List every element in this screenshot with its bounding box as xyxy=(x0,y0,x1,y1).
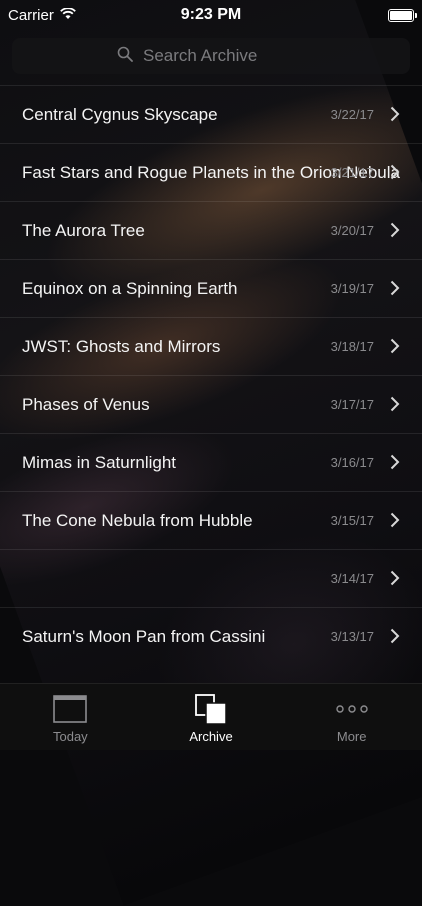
list-item[interactable]: JWST: Ghosts and Mirrors 3/18/17 xyxy=(0,317,422,375)
chevron-right-icon xyxy=(390,628,400,644)
chevron-right-icon xyxy=(390,280,400,296)
search-icon xyxy=(117,46,133,66)
item-date: 3/16/17 xyxy=(330,455,374,470)
item-title: Saturn's Moon Pan from Cassini xyxy=(22,627,266,646)
status-time: 9:23 PM xyxy=(180,6,242,23)
list-item[interactable]: Equinox on a Spinning Earth 3/19/17 xyxy=(0,259,422,317)
search-input[interactable] xyxy=(141,45,305,67)
list-item[interactable]: Central Cygnus Skyscape 3/22/17 xyxy=(0,85,422,143)
search-container xyxy=(12,38,410,74)
tab-today[interactable]: Today xyxy=(0,684,141,750)
item-title: The Cone Nebula from Hubble xyxy=(22,511,253,530)
item-date: 3/17/17 xyxy=(330,397,374,412)
tab-archive[interactable]: Archive xyxy=(141,684,282,750)
chevron-right-icon xyxy=(390,164,400,180)
item-date: 3/19/17 xyxy=(330,281,374,296)
item-title: The Aurora Tree xyxy=(22,221,145,240)
battery-icon xyxy=(388,8,417,22)
chevron-right-icon xyxy=(390,512,400,528)
chevron-right-icon xyxy=(390,106,400,122)
chevron-right-icon xyxy=(390,396,400,412)
item-date: 3/14/17 xyxy=(330,571,374,586)
tab-label: More xyxy=(336,729,367,744)
chevron-right-icon xyxy=(390,570,400,586)
list-item[interactable]: 3/14/17 xyxy=(0,549,422,607)
tab-label: Archive xyxy=(189,729,233,744)
tab-label: Today xyxy=(52,729,88,744)
today-icon xyxy=(53,693,88,725)
item-date: 3/13/17 xyxy=(330,629,374,644)
list-item[interactable]: The Aurora Tree 3/20/17 xyxy=(0,201,422,259)
list-item[interactable]: Phases of Venus 3/17/17 xyxy=(0,375,422,433)
item-title: Equinox on a Spinning Earth xyxy=(22,279,238,298)
item-date: 3/22/17 xyxy=(330,107,374,122)
item-title: Mimas in Saturnlight xyxy=(22,453,177,472)
tab-more[interactable]: More xyxy=(281,684,422,750)
list-item[interactable]: The Cone Nebula from Hubble 3/15/17 xyxy=(0,491,422,549)
list-item[interactable]: Fast Stars and Rogue Planets in the Orio… xyxy=(0,143,422,201)
item-title: Central Cygnus Skyscape xyxy=(22,105,218,124)
item-title: JWST: Ghosts and Mirrors xyxy=(22,337,221,356)
archive-list: Central Cygnus Skyscape 3/22/17 Fast Sta… xyxy=(0,85,422,665)
list-item[interactable]: Saturn's Moon Pan from Cassini 3/13/17 xyxy=(0,607,422,665)
archive-icon xyxy=(194,693,228,725)
search-bar[interactable] xyxy=(12,38,410,74)
chevron-right-icon xyxy=(390,454,400,470)
item-date: 3/15/17 xyxy=(330,513,374,528)
tab-bar: Today Archive More xyxy=(0,683,422,750)
item-date: 3/18/17 xyxy=(330,339,374,354)
chevron-right-icon xyxy=(390,338,400,354)
item-date: 3/21/17 xyxy=(330,165,374,180)
item-date: 3/20/17 xyxy=(330,223,374,238)
status-bar: Carrier 9:23 PM xyxy=(0,0,422,30)
chevron-right-icon xyxy=(390,222,400,238)
item-title: Phases of Venus xyxy=(22,395,150,414)
more-icon xyxy=(335,693,369,725)
list-item[interactable]: Mimas in Saturnlight 3/16/17 xyxy=(0,433,422,491)
